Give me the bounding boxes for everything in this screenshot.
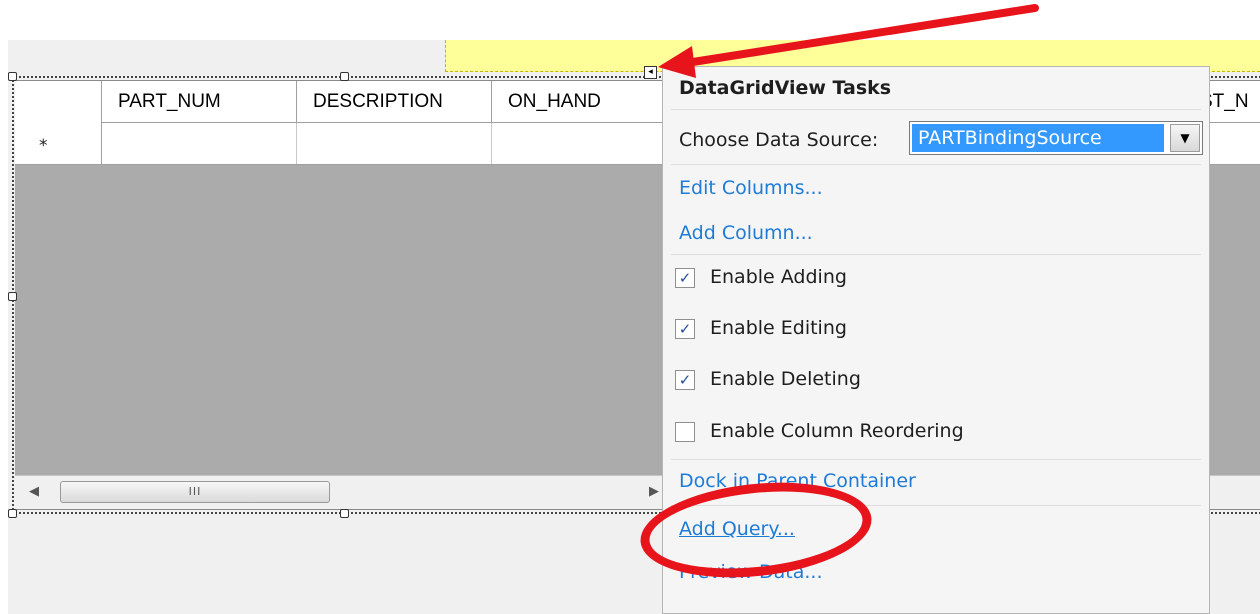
grid-cell[interactable] xyxy=(297,123,492,164)
chevron-down-icon[interactable]: ▼ xyxy=(1170,124,1200,152)
resize-handle-bottom-left[interactable] xyxy=(8,509,17,518)
enable-column-reordering-checkbox[interactable] xyxy=(675,422,695,442)
divider xyxy=(671,459,1201,460)
column-header-part-num[interactable]: PART_NUM xyxy=(102,81,297,123)
scroll-grip-icon: III xyxy=(188,485,202,498)
enable-editing-label: Enable Editing xyxy=(710,317,847,339)
top-left-header-cell[interactable] xyxy=(15,81,102,123)
column-header-on-hand[interactable]: ON_HAND xyxy=(492,81,687,123)
enable-editing-checkbox[interactable]: ✓ xyxy=(675,319,695,339)
resize-handle-top-left[interactable] xyxy=(8,72,17,81)
column-header-description[interactable]: DESCRIPTION xyxy=(297,81,492,123)
preview-data-link[interactable]: Preview Data... xyxy=(679,561,822,583)
enable-deleting-label: Enable Deleting xyxy=(710,368,861,390)
datagridview-tasks-panel: DataGridView Tasks Choose Data Source: P… xyxy=(662,66,1210,614)
divider xyxy=(671,164,1201,165)
scroll-thumb[interactable]: III xyxy=(60,481,330,503)
dock-in-parent-link[interactable]: Dock in Parent Container xyxy=(679,470,916,492)
edit-columns-link[interactable]: Edit Columns... xyxy=(679,177,823,199)
scroll-left-icon[interactable]: ◀ xyxy=(29,484,39,499)
add-column-link[interactable]: Add Column... xyxy=(679,222,813,244)
resize-handle-top[interactable] xyxy=(340,72,349,81)
grid-cell[interactable] xyxy=(102,123,297,164)
divider xyxy=(671,109,1201,110)
data-source-label: Choose Data Source: xyxy=(679,129,879,151)
enable-column-reordering-label: Enable Column Reordering xyxy=(710,420,964,442)
add-query-link[interactable]: Add Query... xyxy=(679,518,795,540)
data-source-dropdown[interactable]: PARTBindingSource ▼ xyxy=(909,121,1203,155)
resize-handle-left[interactable] xyxy=(8,292,17,301)
smart-tag-icon[interactable]: ◂ xyxy=(644,66,657,79)
data-source-value[interactable]: PARTBindingSource xyxy=(912,124,1164,152)
grid-cell[interactable] xyxy=(492,123,687,164)
tasks-panel-title: DataGridView Tasks xyxy=(679,77,892,99)
new-row-marker: * xyxy=(15,123,102,164)
enable-adding-label: Enable Adding xyxy=(710,266,847,288)
resize-handle-bottom[interactable] xyxy=(340,509,349,518)
enable-deleting-checkbox[interactable]: ✓ xyxy=(675,370,695,390)
enable-adding-checkbox[interactable]: ✓ xyxy=(675,268,695,288)
scroll-right-icon[interactable]: ▶ xyxy=(649,484,659,499)
divider xyxy=(671,505,1201,506)
divider xyxy=(671,254,1201,255)
